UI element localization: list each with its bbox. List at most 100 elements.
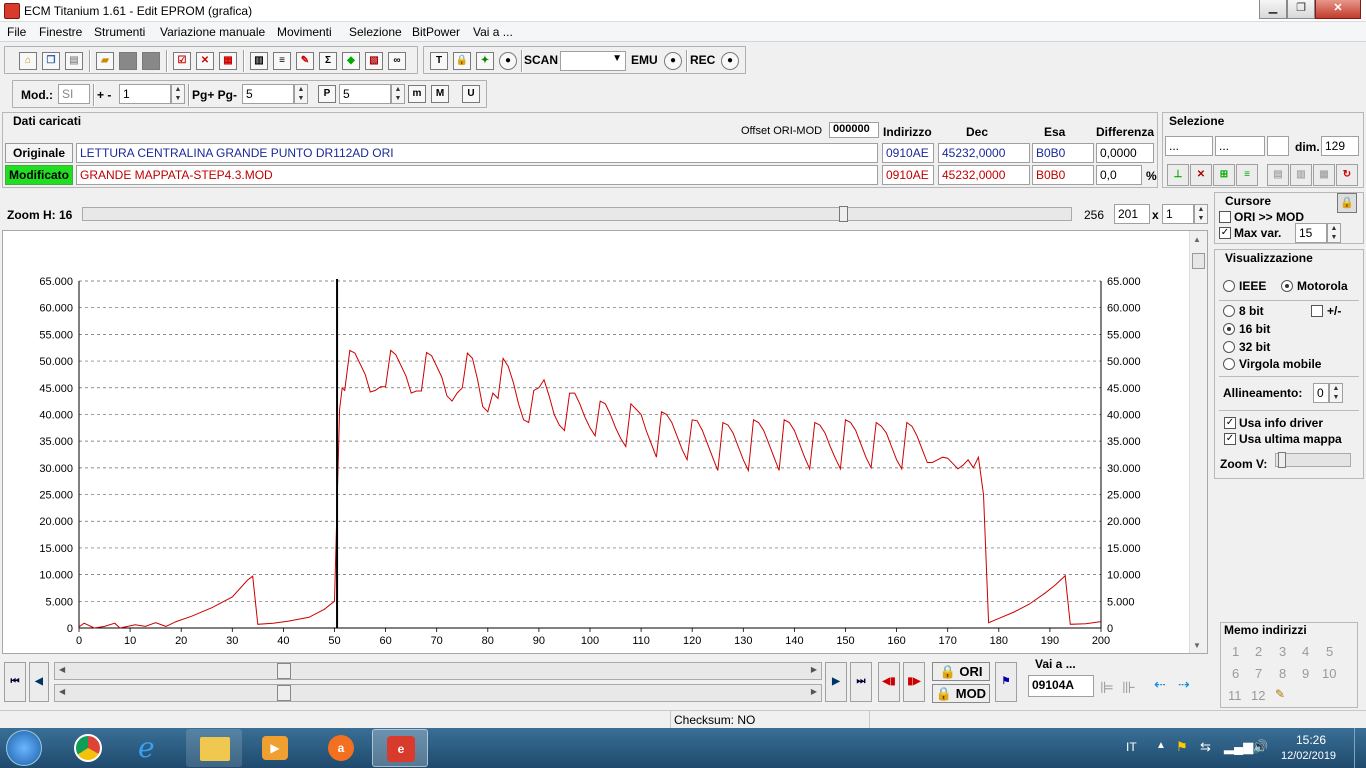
last-page-icon[interactable]: ⏭: [850, 662, 872, 702]
memo-7[interactable]: 7: [1255, 666, 1262, 681]
goto-back-icon[interactable]: ⇠: [1154, 676, 1166, 693]
minimize-button[interactable]: ▁: [1259, 0, 1287, 19]
sel-equal-icon[interactable]: ≡: [1236, 164, 1258, 186]
sel-plus-icon[interactable]: ⊞: [1213, 164, 1235, 186]
selezione-start[interactable]: ...: [1165, 136, 1213, 156]
memo-6[interactable]: 6: [1232, 666, 1239, 681]
chrome-task[interactable]: [60, 729, 116, 767]
tray-flag-icon[interactable]: ⚑: [1176, 739, 1188, 755]
zoom-h-slider[interactable]: [82, 206, 1072, 222]
scroll-thumb[interactable]: [1192, 253, 1205, 269]
vai-a-input[interactable]: 09104A: [1028, 675, 1094, 697]
m-small-icon[interactable]: m: [408, 85, 426, 103]
allineamento-input[interactable]: 0: [1313, 383, 1329, 403]
emu-toggle-icon[interactable]: ●: [664, 52, 682, 70]
save-icon[interactable]: [119, 52, 137, 70]
u-icon[interactable]: U: [462, 85, 480, 103]
explorer-task[interactable]: [186, 729, 242, 767]
ori-scroll-thumb[interactable]: [277, 663, 291, 679]
sigma-icon[interactable]: Σ: [319, 52, 337, 70]
memo-2[interactable]: 2: [1255, 644, 1262, 659]
graph-icon[interactable]: ▧: [365, 52, 383, 70]
zoom-v-slider[interactable]: [1275, 452, 1351, 468]
cursor-lock-icon[interactable]: 🔒: [1337, 193, 1357, 213]
memo-1[interactable]: 1: [1232, 644, 1239, 659]
prev-page-icon[interactable]: ◀: [29, 662, 49, 702]
record-dot-icon[interactable]: ●: [499, 52, 517, 70]
mod-scroll-thumb[interactable]: [277, 685, 291, 701]
save-as-icon[interactable]: [142, 52, 160, 70]
scroll-down-icon[interactable]: ▼: [1193, 641, 1201, 650]
usa-ultima-checkbox[interactable]: ✓: [1224, 433, 1236, 445]
text-t-icon[interactable]: T: [430, 52, 448, 70]
scroll-up-icon[interactable]: ▲: [1193, 235, 1201, 244]
ori-button[interactable]: 🔒 ORI: [932, 662, 990, 681]
menu-movimenti[interactable]: Movimenti: [277, 25, 332, 39]
next-diff-icon[interactable]: ▮▶: [903, 662, 925, 702]
mod-input[interactable]: SI: [58, 84, 90, 104]
float-radio[interactable]: [1223, 358, 1235, 370]
16bit-radio[interactable]: [1223, 323, 1235, 335]
maximize-button[interactable]: ❐: [1287, 0, 1315, 19]
clock-time[interactable]: 15:26: [1296, 733, 1326, 747]
tray-up-icon[interactable]: ▲: [1156, 740, 1166, 751]
pg-input[interactable]: 5: [242, 84, 294, 104]
memo-4[interactable]: 4: [1302, 644, 1309, 659]
lock-icon[interactable]: 🔒: [453, 52, 471, 70]
menu-variazione-manuale[interactable]: Variazione manuale: [160, 25, 265, 39]
home-icon[interactable]: ⌂: [19, 52, 37, 70]
max-var-checkbox[interactable]: ✓: [1219, 227, 1231, 239]
offset-value[interactable]: 000000: [829, 122, 879, 138]
memo-10[interactable]: 10: [1322, 666, 1336, 681]
zoom-mult[interactable]: 1: [1162, 204, 1194, 224]
signed-checkbox[interactable]: [1311, 305, 1323, 317]
zoom-h-thumb[interactable]: [839, 206, 848, 222]
selezione-end[interactable]: ...: [1215, 136, 1265, 156]
motorola-radio[interactable]: [1281, 280, 1293, 292]
menu-finestre[interactable]: Finestre: [39, 25, 82, 39]
sel-cut-icon[interactable]: ✕: [1190, 164, 1212, 186]
m-large-icon[interactable]: M: [431, 85, 449, 103]
copy-icon[interactable]: ❐: [42, 52, 60, 70]
allineamento-spinner[interactable]: ▲ ▼: [1329, 383, 1343, 403]
chart-vscrollbar[interactable]: ▲ ▼: [1189, 231, 1207, 653]
ieee-radio[interactable]: [1223, 280, 1235, 292]
zoom-value[interactable]: 201: [1114, 204, 1150, 224]
edit-map-icon[interactable]: ✎: [296, 52, 314, 70]
p-input[interactable]: 5: [339, 84, 391, 104]
color-shapes-icon[interactable]: ◆: [342, 52, 360, 70]
sel-copy-icon[interactable]: ▥: [1290, 164, 1312, 186]
memo-12[interactable]: 12: [1251, 688, 1265, 703]
rec-toggle-icon[interactable]: ●: [721, 52, 739, 70]
zoom-v-thumb[interactable]: [1278, 452, 1286, 468]
menu-strumenti[interactable]: Strumenti: [94, 25, 145, 39]
next-page-icon[interactable]: ▶: [825, 662, 847, 702]
memo-3[interactable]: 3: [1279, 644, 1286, 659]
calendar-icon[interactable]: ▦: [219, 52, 237, 70]
goto-right-icon[interactable]: ⊪: [1122, 678, 1136, 698]
modificato-button[interactable]: Modificato: [5, 165, 73, 185]
prev-diff-icon[interactable]: ◀▮: [878, 662, 900, 702]
menu-file[interactable]: File: [7, 25, 26, 39]
tray-network-icon[interactable]: ⇆: [1200, 739, 1211, 755]
checklist-icon[interactable]: ☑: [173, 52, 191, 70]
menu-vai-a[interactable]: Vai a ...: [473, 25, 513, 39]
memo-8[interactable]: 8: [1279, 666, 1286, 681]
ecm-task[interactable]: e: [372, 729, 428, 767]
memo-edit-icon[interactable]: ✎: [1275, 687, 1291, 703]
start-button[interactable]: [6, 730, 42, 766]
flag-icon[interactable]: ⚑: [995, 662, 1017, 702]
document-grid-icon[interactable]: ▥: [250, 52, 268, 70]
run-icon[interactable]: ✦: [476, 52, 494, 70]
step-spinner[interactable]: ▲ ▼: [171, 84, 185, 104]
selezione-extra[interactable]: [1267, 136, 1289, 156]
ori-scrollbar[interactable]: ◀ ▶: [54, 662, 822, 680]
sel-paste-icon[interactable]: ▤: [1267, 164, 1289, 186]
language-indicator[interactable]: IT: [1126, 740, 1137, 754]
binoculars-icon[interactable]: ∞: [388, 52, 406, 70]
p-spinner[interactable]: ▲ ▼: [391, 84, 405, 104]
scan-dropdown[interactable]: ▼: [560, 51, 626, 71]
show-desktop-button[interactable]: [1354, 728, 1366, 768]
memo-11[interactable]: 11: [1228, 688, 1242, 703]
tray-volume-icon[interactable]: 🔊: [1252, 739, 1268, 755]
